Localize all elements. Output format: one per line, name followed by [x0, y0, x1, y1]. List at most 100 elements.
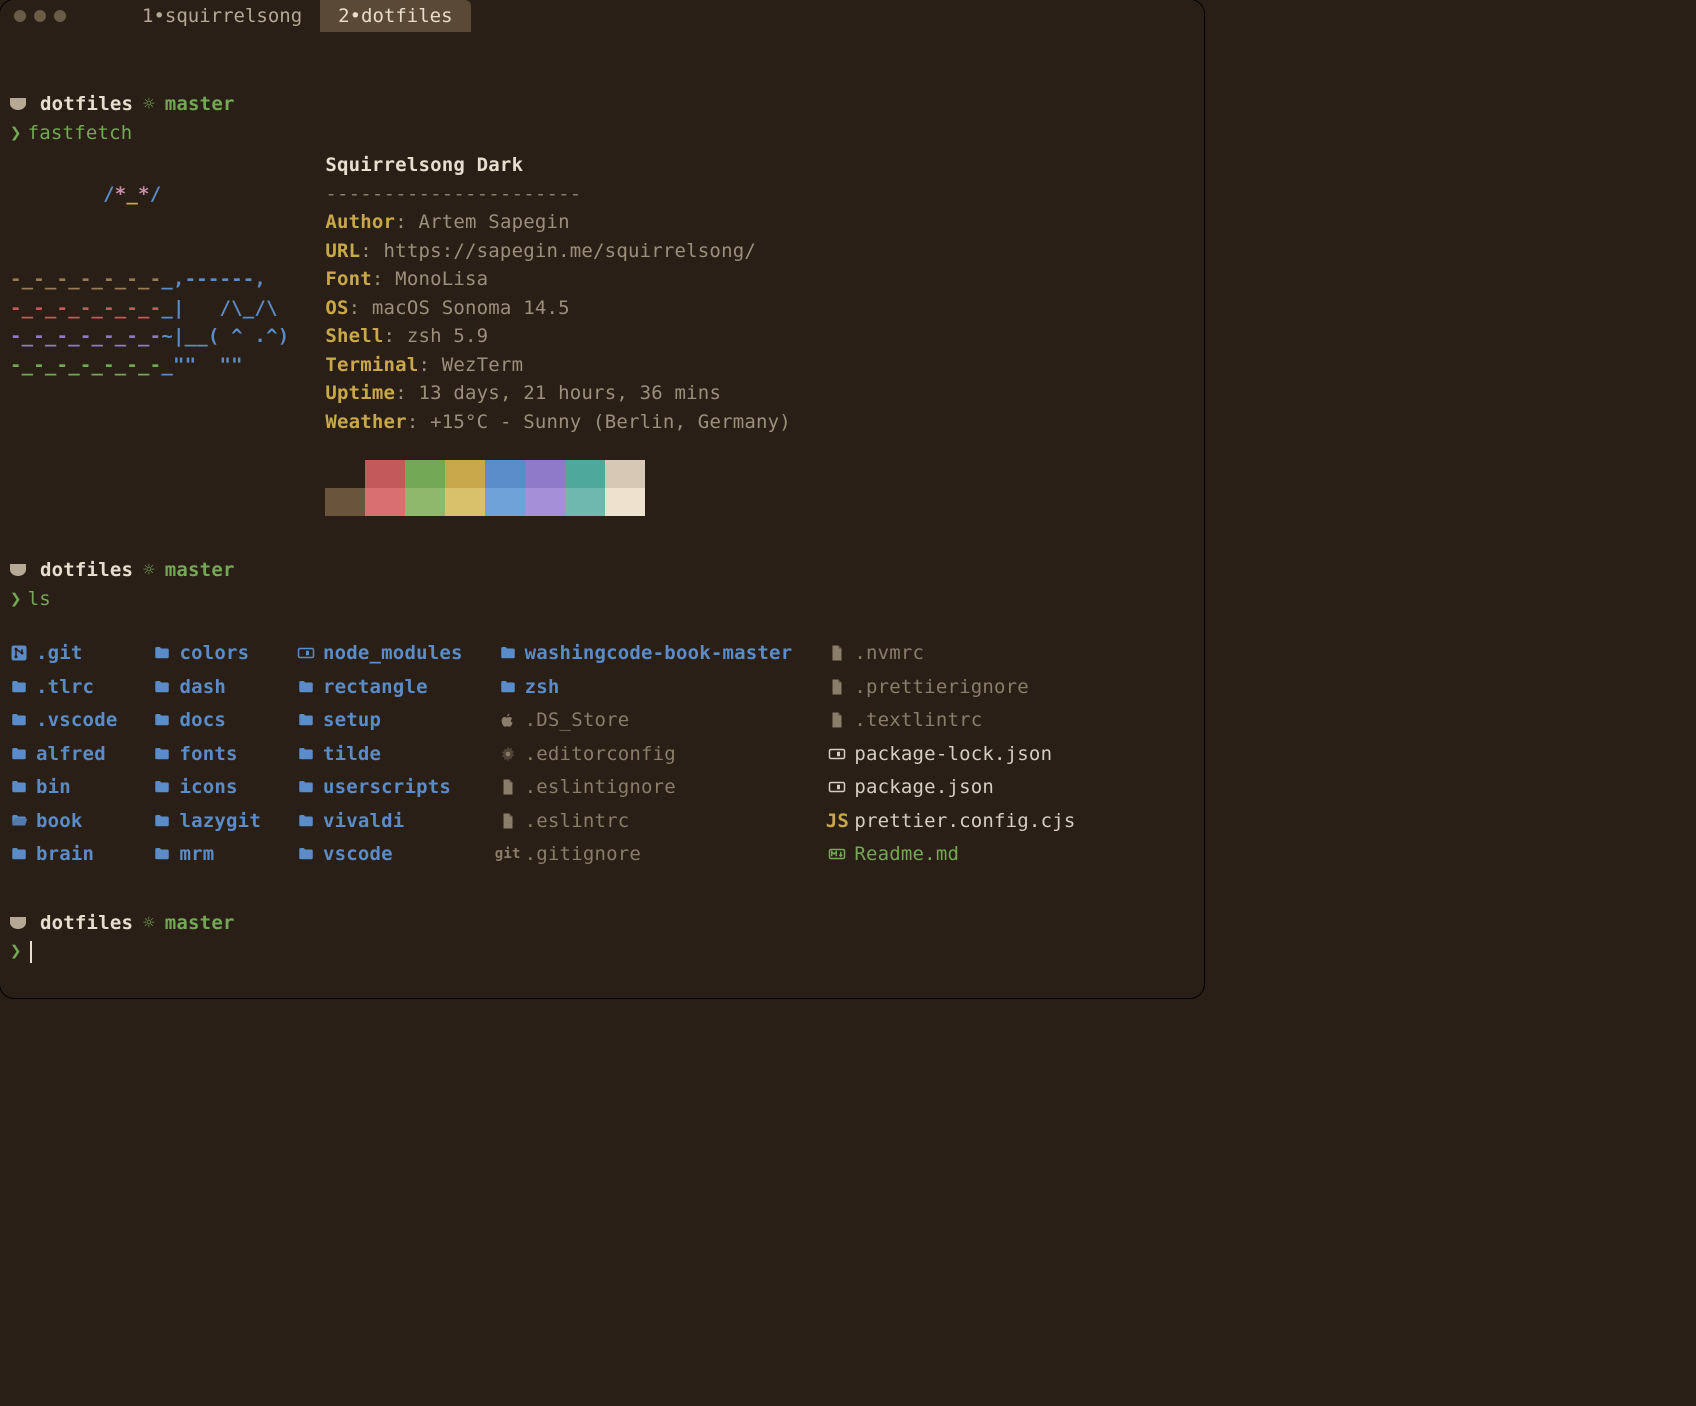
traffic-lights — [0, 10, 80, 22]
swatch — [445, 488, 485, 516]
swatch — [325, 488, 365, 516]
folder-icon — [153, 644, 171, 662]
file-name: mrm — [179, 840, 214, 869]
list-item: alfred — [10, 740, 117, 769]
file-name: .eslintignore — [525, 773, 676, 802]
file-name: .eslintrc — [525, 807, 630, 836]
file-name: userscripts — [323, 773, 451, 802]
swatch — [365, 488, 405, 516]
list-item: bin — [10, 773, 117, 802]
file-name: .vscode — [36, 706, 117, 735]
list-item: .prettierignore — [828, 673, 1075, 702]
file-name: colors — [179, 639, 249, 668]
info-row: Weather: +15°C - Sunny (Berlin, Germany) — [325, 408, 791, 437]
markdown-icon — [828, 845, 846, 863]
swatch — [485, 460, 525, 488]
list-item: Readme.md — [828, 840, 1075, 869]
git-icon — [10, 644, 28, 662]
list-item: docs — [153, 706, 260, 735]
info-key: Font — [325, 268, 372, 290]
js-icon: JS — [826, 807, 849, 836]
list-item: .nvmrc — [828, 639, 1075, 668]
ascii-art: /*_*/ -_-_-_-_-_-_-_,------, -_-_-_-_-_-… — [10, 151, 289, 516]
ls-column: node_modulesrectanglesetuptildeuserscrip… — [297, 639, 463, 869]
command: fastfetch — [28, 122, 133, 144]
command-line[interactable]: ❯ — [10, 937, 1194, 966]
file-name: .nvmrc — [854, 639, 924, 668]
file-name: alfred — [36, 740, 106, 769]
tab-2[interactable]: 2•dotfiles — [320, 0, 470, 32]
list-item: mrm — [153, 840, 260, 869]
swatch — [525, 488, 565, 516]
terminal-body[interactable]: dotfiles ☼ master ❯fastfetch /*_*/ -_-_-… — [0, 32, 1204, 976]
info-value: : 13 days, 21 hours, 36 mins — [395, 382, 721, 404]
info-key: Author — [325, 211, 395, 233]
list-item: .vscode — [10, 706, 117, 735]
list-item: rectangle — [297, 673, 463, 702]
list-item: .git — [10, 639, 117, 668]
ls-output: .git .tlrc .vscode alfred bin book brain colors… — [10, 639, 1194, 869]
info-row: Font: MonoLisa — [325, 265, 791, 294]
file-name: .editorconfig — [525, 740, 676, 769]
file-name: package.json — [854, 773, 994, 802]
folder-icon — [10, 745, 28, 763]
ls-column: colorsdashdocsfontsiconslazygitmrm — [153, 639, 260, 869]
file-name: washingcode-book-master — [525, 639, 793, 668]
info-key: Weather — [325, 411, 406, 433]
folder-icon — [297, 711, 315, 729]
npm-icon — [828, 778, 846, 796]
folder-icon — [10, 845, 28, 863]
git-branch: master — [165, 90, 235, 119]
swatch — [485, 488, 525, 516]
list-item: .eslintignore — [499, 773, 793, 802]
minimize-icon[interactable] — [34, 10, 46, 22]
file-name: setup — [323, 706, 381, 735]
folder-icon — [10, 778, 28, 796]
list-item: .tlrc — [10, 673, 117, 702]
folder-icon — [499, 644, 517, 662]
info-value: : Artem Sapegin — [395, 211, 570, 233]
file-name: Readme.md — [854, 840, 959, 869]
info-value: : zsh 5.9 — [384, 325, 489, 347]
file-name: brain — [36, 840, 94, 869]
info-row: Shell: zsh 5.9 — [325, 322, 791, 351]
file-name: rectangle — [323, 673, 428, 702]
fastfetch-info: Squirrelsong Dark ----------------------… — [325, 151, 791, 516]
titlebar: 1•squirrelsong 2•dotfiles — [0, 0, 1204, 32]
folder-icon — [499, 678, 517, 696]
info-row: Author: Artem Sapegin — [325, 208, 791, 237]
list-item: zsh — [499, 673, 793, 702]
gear-icon — [499, 745, 517, 763]
file-icon — [499, 812, 517, 830]
file-icon — [828, 678, 846, 696]
sun-icon: ☼ — [143, 556, 155, 585]
tab-1[interactable]: 1•squirrelsong — [124, 0, 320, 32]
list-item: vivaldi — [297, 807, 463, 836]
info-row: OS: macOS Sonoma 14.5 — [325, 294, 791, 323]
close-icon[interactable] — [14, 10, 26, 22]
file-name: vscode — [323, 840, 393, 869]
npm-icon — [828, 745, 846, 763]
folder-icon — [297, 745, 315, 763]
file-name: dash — [179, 673, 226, 702]
swatch — [565, 488, 605, 516]
file-name: .gitignore — [525, 840, 641, 869]
list-item: colors — [153, 639, 260, 668]
bowl-icon — [10, 98, 26, 110]
file-icon — [828, 711, 846, 729]
list-item: book — [10, 807, 117, 836]
file-name: vivaldi — [323, 807, 404, 836]
info-key: Uptime — [325, 382, 395, 404]
folder-icon — [297, 678, 315, 696]
file-name: .DS_Store — [525, 706, 630, 735]
ls-column: washingcode-book-master zsh .DS_Store .edit… — [499, 639, 793, 869]
zoom-icon[interactable] — [54, 10, 66, 22]
tabs: 1•squirrelsong 2•dotfiles — [124, 0, 471, 32]
list-item: fonts — [153, 740, 260, 769]
info-key: Shell — [325, 325, 383, 347]
ls-column: .nvmrc.prettierignore.textlintrcpackage-… — [828, 639, 1075, 869]
file-name: lazygit — [179, 807, 260, 836]
file-name: bin — [36, 773, 71, 802]
folder-icon — [10, 678, 28, 696]
info-key: Terminal — [325, 354, 418, 376]
